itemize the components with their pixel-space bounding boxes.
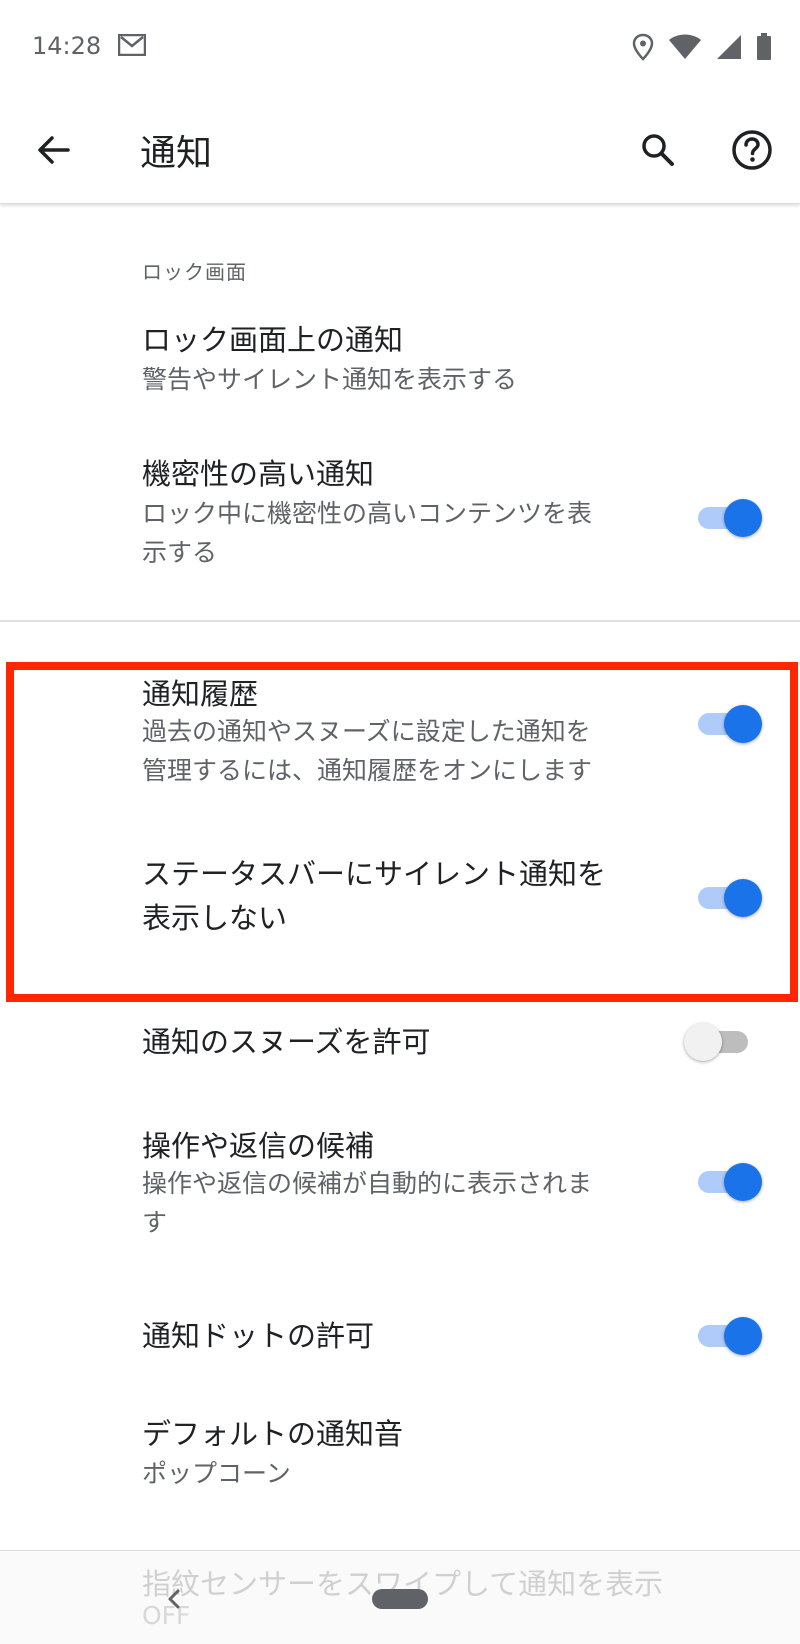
switch-thumb [724, 1317, 762, 1355]
page-title: 通知 [140, 133, 213, 174]
item-summary-line1: ロック中に機密性の高いコンテンツを表 [142, 499, 593, 528]
signal-icon [717, 35, 741, 59]
item-title: 機密性の高い通知 [142, 457, 375, 491]
item-title: ロック画面上の通知 [142, 323, 404, 357]
suggested-actions-switch[interactable] [698, 1160, 762, 1204]
section-divider [0, 620, 800, 622]
notification-dot-item[interactable]: 通知ドットの許可 [0, 1306, 800, 1376]
sensitive-notifications-item[interactable]: 機密性の高い通知 ロック中に機密性の高いコンテンツを表 示する [0, 444, 800, 594]
notification-dot-switch[interactable] [698, 1314, 762, 1358]
app-bar: 通知 [0, 96, 800, 204]
wifi-icon [669, 34, 701, 59]
nav-back-icon[interactable] [160, 1585, 188, 1613]
item-summary-line2: 示する [142, 538, 218, 567]
search-icon [642, 134, 674, 166]
help-button[interactable] [728, 126, 776, 174]
settings-list[interactable]: ロック画面 ロック画面上の通知 警告やサイレント通知を表示する 機密性の高い通知… [0, 206, 800, 1550]
item-summary: 警告やサイレント通知を表示する [142, 365, 518, 394]
search-button[interactable] [634, 126, 682, 174]
back-button[interactable] [30, 126, 78, 174]
item-title: 操作や返信の候補 [142, 1129, 375, 1163]
gmail-icon [118, 34, 146, 56]
location-icon [632, 33, 654, 61]
item-title: 通知ドットの許可 [142, 1319, 375, 1353]
item-title: 通知のスヌーズを許可 [142, 1025, 431, 1059]
item-summary-line1: 操作や返信の候補が自動的に表示されま [142, 1169, 593, 1198]
suggested-actions-item[interactable]: 操作や返信の候補 操作や返信の候補が自動的に表示されま す [0, 1126, 800, 1276]
lock-screen-notifications-item[interactable]: ロック画面上の通知 警告やサイレント通知を表示する [0, 306, 800, 416]
item-summary-line2: す [142, 1208, 168, 1237]
switch-thumb [724, 1163, 762, 1201]
item-title: デフォルトの通知音 [142, 1417, 404, 1451]
status-icons [632, 32, 772, 62]
switch-thumb [684, 1023, 722, 1061]
allow-snooze-switch[interactable] [684, 1020, 754, 1064]
status-time: 14:28 [32, 32, 102, 60]
status-bar: 14:28 [0, 0, 800, 96]
sensitive-notifications-switch[interactable] [698, 496, 762, 540]
allow-snooze-item[interactable]: 通知のスヌーズを許可 [0, 1014, 800, 1084]
highlight-box [6, 662, 798, 1002]
battery-icon [757, 33, 771, 60]
help-icon [732, 130, 772, 170]
navigation-bar: 指紋センサーをスワイプして通知を表示 OFF [0, 1550, 800, 1644]
section-header-lock-screen: ロック画面 [142, 260, 247, 284]
default-sound-item[interactable]: デフォルトの通知音 ポップコーン [0, 1406, 800, 1516]
switch-thumb [724, 499, 762, 537]
back-arrow-icon [38, 136, 70, 164]
item-summary: ポップコーン [142, 1459, 291, 1488]
nav-home-pill[interactable] [372, 1589, 428, 1609]
